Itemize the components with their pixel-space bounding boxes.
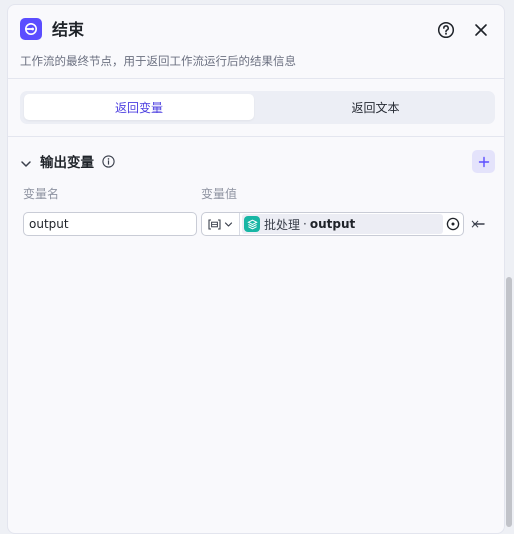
chevron-down-icon[interactable] (20, 155, 32, 167)
plus-icon (478, 156, 489, 167)
minus-icon (473, 223, 485, 225)
tab-bar: 返回变量 返回文本 (20, 91, 495, 124)
reference-separator: · (303, 217, 307, 231)
scrollbar[interactable] (506, 277, 512, 527)
reference-node-name: 批处理 (264, 217, 301, 232)
close-icon[interactable] (471, 20, 491, 40)
question-circle-icon[interactable] (436, 20, 456, 40)
remove-variable-button[interactable] (472, 216, 486, 232)
end-node-icon (20, 18, 42, 40)
add-variable-button[interactable] (472, 150, 495, 173)
batch-node-icon (244, 216, 260, 232)
variable-name-input[interactable] (23, 212, 197, 236)
target-icon[interactable] (444, 215, 462, 233)
variable-value-field[interactable]: 批处理 · output × (201, 212, 480, 236)
column-header-name: 变量名 (23, 187, 60, 201)
end-node-panel: 结束 工作流的最终节点，用于返回工作流运行后的结果信息 返回变量 返回文本 输出… (7, 4, 505, 534)
column-header-value: 变量值 (201, 187, 238, 201)
tab-return-text[interactable]: 返回文本 (260, 94, 491, 120)
tab-return-variables[interactable]: 返回变量 (24, 94, 254, 120)
chevron-down-icon (224, 221, 233, 227)
value-type-selector[interactable] (202, 213, 240, 235)
section-title: 输出变量 (40, 155, 94, 171)
variable-reference-chip[interactable]: 批处理 · output × (242, 214, 480, 234)
page-title: 结束 (52, 20, 85, 39)
reference-field-name: output (309, 217, 356, 231)
array-type-icon (208, 218, 221, 230)
tab-bar-wrapper: 返回变量 返回文本 (8, 79, 504, 137)
node-description: 工作流的最终节点，用于返回工作流运行后的结果信息 (20, 54, 296, 68)
panel-header: 结束 工作流的最终节点，用于返回工作流运行后的结果信息 (8, 5, 504, 79)
info-icon[interactable] (102, 153, 115, 168)
